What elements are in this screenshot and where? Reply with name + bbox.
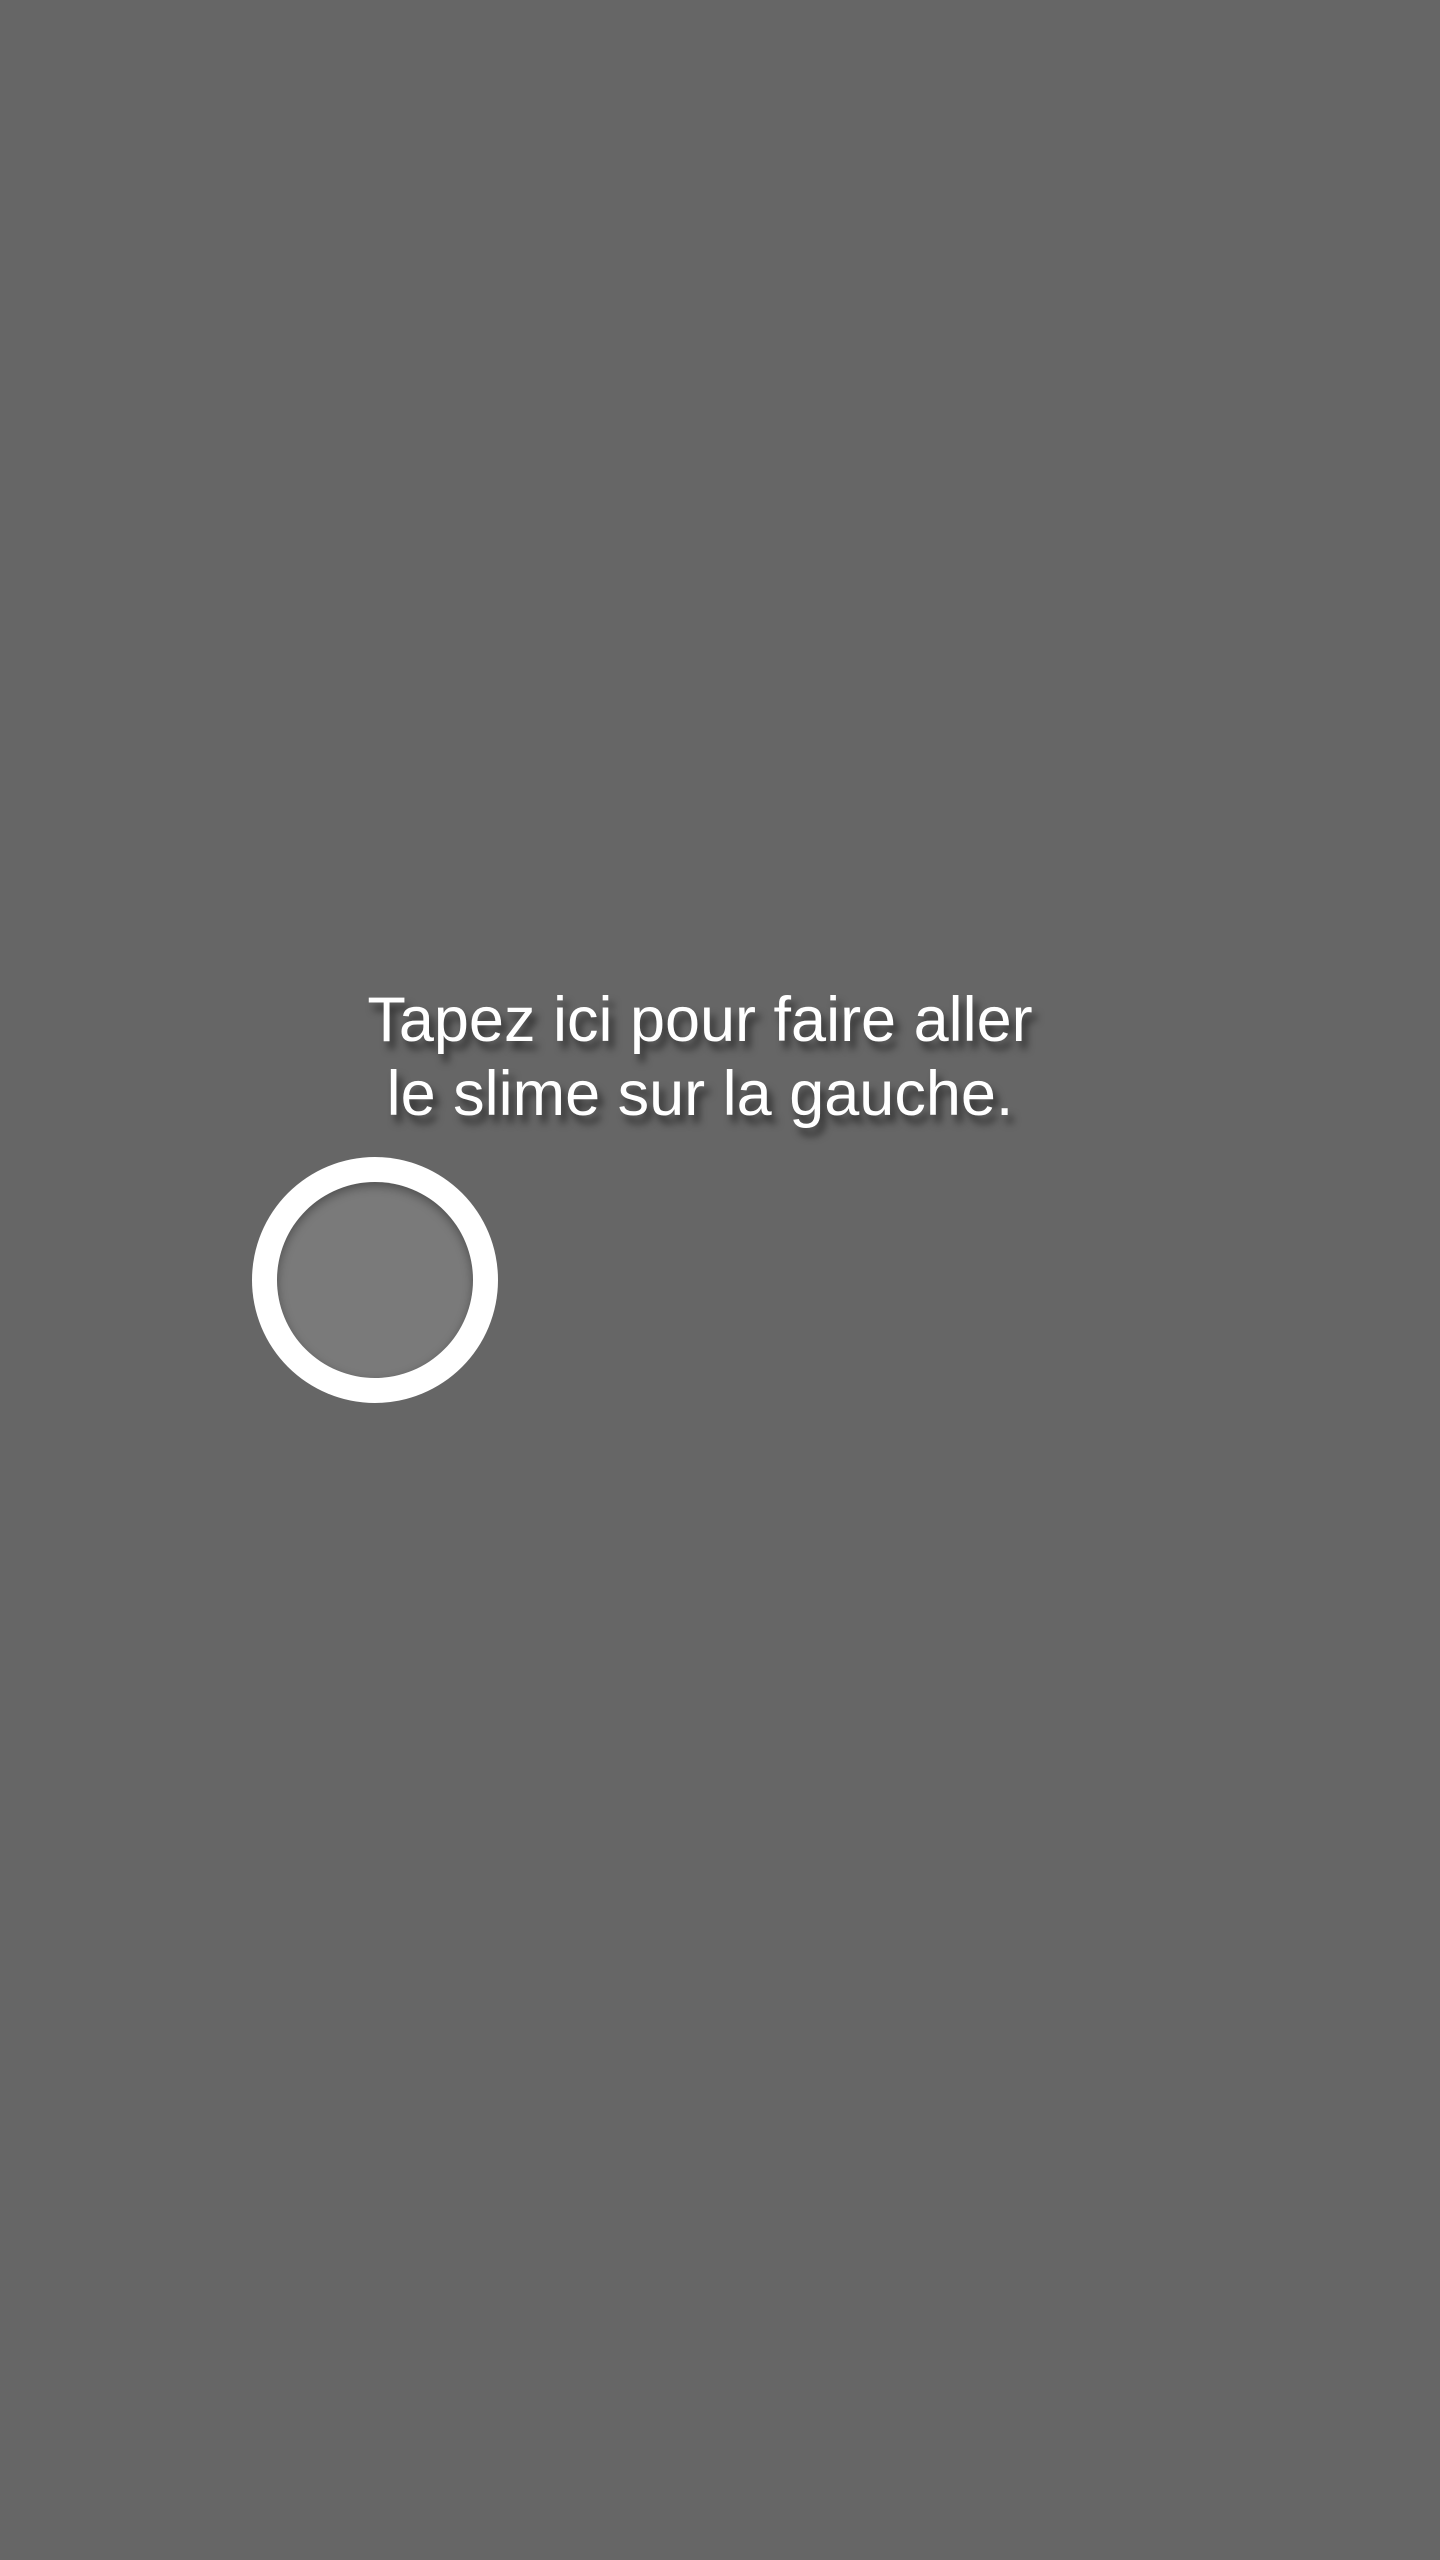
- tutorial-overlay[interactable]: [0, 0, 1440, 2560]
- instruction-line-1: Tapez ici pour faire aller: [367, 985, 1033, 1055]
- instruction-line-2: le slime sur la gauche.: [386, 1059, 1014, 1129]
- tutorial-instruction: Tapez ici pour faire aller le slime sur …: [0, 983, 1400, 1131]
- tap-circle-icon[interactable]: [252, 1157, 498, 1403]
- tap-circle-inner: [277, 1182, 473, 1378]
